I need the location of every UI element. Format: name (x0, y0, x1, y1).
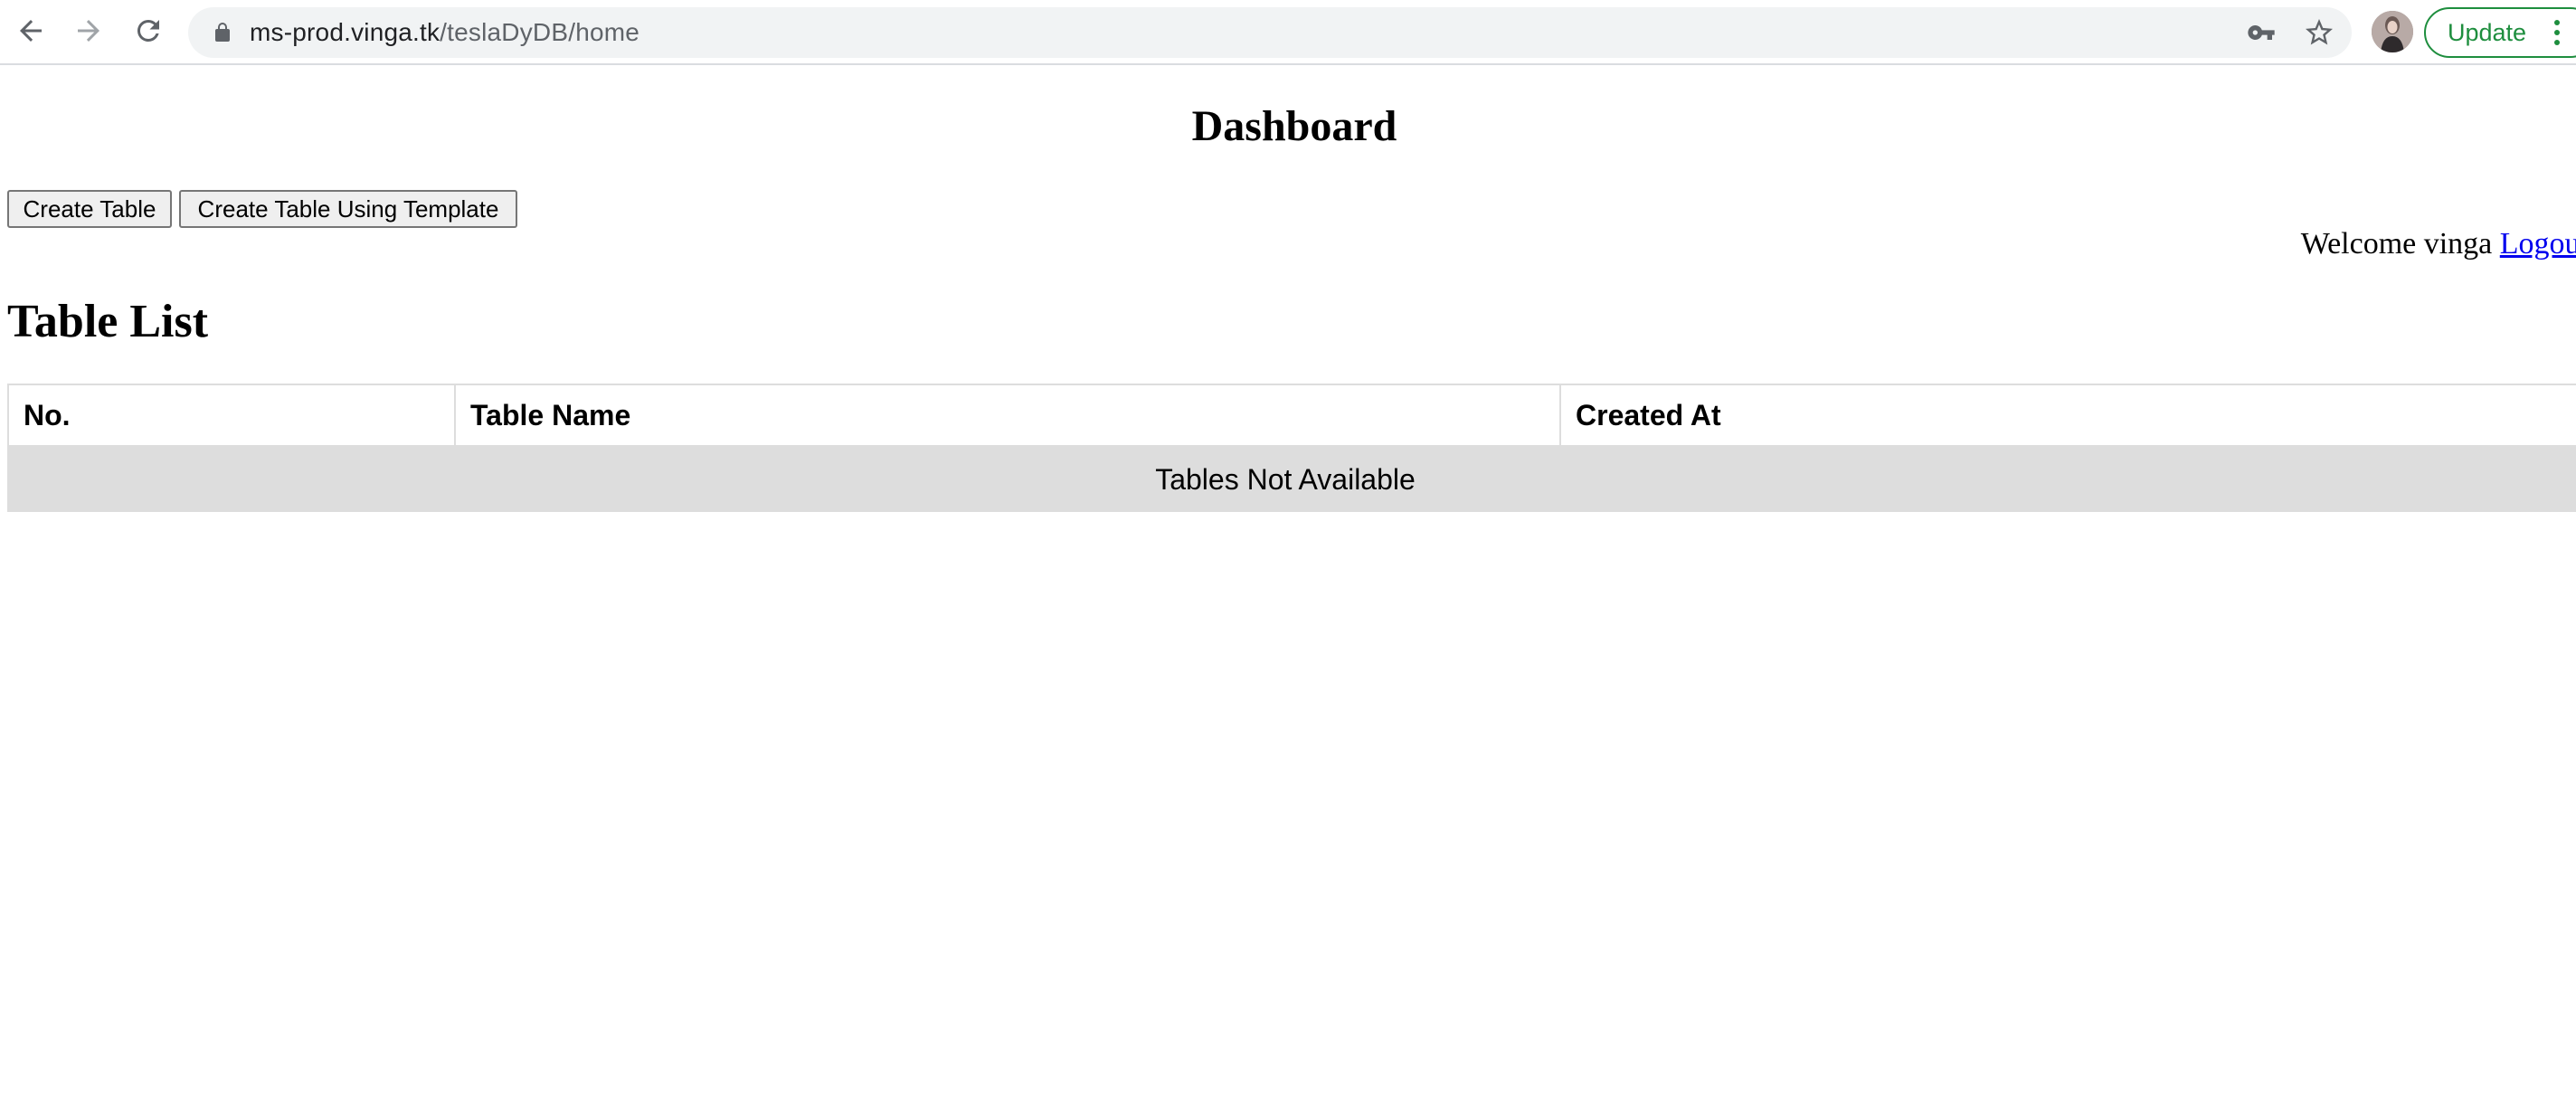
logout-link[interactable]: Logout (2500, 227, 2576, 261)
kebab-menu-icon[interactable] (2554, 20, 2560, 45)
url-host: ms-prod.vinga.tk (250, 18, 440, 46)
empty-table-message: Tables Not Available (1155, 463, 1416, 496)
section-title: Table List (7, 296, 209, 347)
create-table-button[interactable]: Create Table (7, 190, 172, 228)
lock-icon[interactable] (212, 22, 233, 43)
update-label: Update (2448, 19, 2527, 46)
browser-toolbar: ms-prod.vinga.tk/teslaDyDB/home Update (0, 0, 2576, 65)
profile-avatar[interactable] (2372, 11, 2413, 52)
table-list: No. Table Name Created At Tables Not Ava… (7, 384, 2576, 512)
url-text[interactable]: ms-prod.vinga.tk/teslaDyDB/home (250, 7, 639, 58)
key-icon[interactable] (2247, 18, 2276, 47)
back-arrow-icon[interactable] (13, 13, 49, 49)
page-title: Dashboard (1191, 102, 1397, 150)
column-header-no: No. (9, 385, 456, 445)
empty-table-row: Tables Not Available (7, 447, 2576, 512)
update-button[interactable]: Update (2424, 7, 2576, 58)
star-icon[interactable] (2303, 16, 2335, 49)
column-header-created-at: Created At (1576, 399, 1721, 431)
url-path: /teslaDyDB/home (440, 18, 640, 46)
table-header-row: No. Table Name Created At (7, 384, 2576, 447)
welcome-bar: Welcome vinga Logout (2301, 224, 2576, 264)
reload-icon[interactable] (130, 13, 166, 49)
column-header-table-name: Table Name (456, 385, 1561, 445)
welcome-text: Welcome vinga (2300, 227, 2493, 261)
forward-arrow-icon[interactable] (71, 13, 107, 49)
address-bar[interactable]: ms-prod.vinga.tk/teslaDyDB/home (188, 7, 2352, 58)
create-table-template-button[interactable]: Create Table Using Template (179, 190, 517, 228)
